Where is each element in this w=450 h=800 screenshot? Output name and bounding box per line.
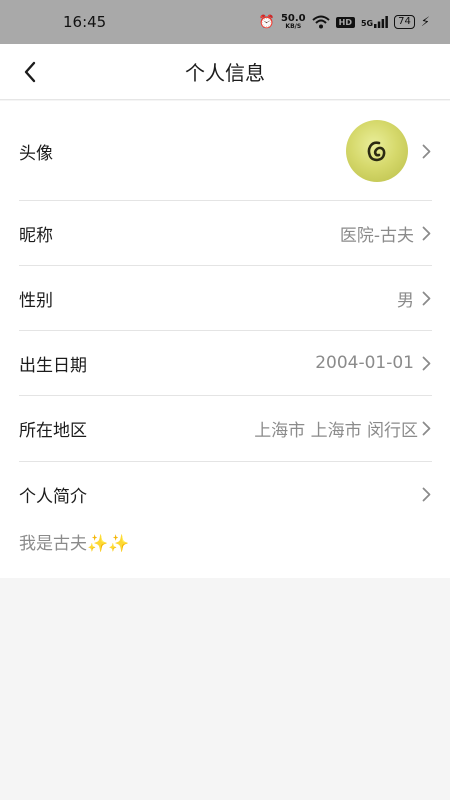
avatar-row[interactable]: 头像 <box>19 113 432 189</box>
status-time: 16:45 <box>63 13 107 31</box>
avatar-swirl-icon <box>367 141 386 162</box>
gender-value: 男 <box>397 290 414 311</box>
bio-value: 我是古夫✨✨ <box>19 534 130 554</box>
nickname-label: 昵称 <box>19 225 53 246</box>
birthday-label: 出生日期 <box>19 355 87 376</box>
chevron-right-icon <box>420 290 432 306</box>
avatar-row-right <box>346 120 432 182</box>
chevron-right-icon <box>420 225 432 241</box>
alarm-icon: ⏰ <box>258 14 275 30</box>
gender-row[interactable]: 性别 男 <box>19 266 432 330</box>
region-label: 所在地区 <box>19 421 87 441</box>
wifi-icon <box>311 15 330 29</box>
status-icons: ⏰ 50.0 KB/S HD 5G 74 ⚡ <box>259 14 430 30</box>
avatar[interactable] <box>346 120 408 182</box>
bio-row-right <box>420 486 432 502</box>
hd-badge: HD <box>335 16 355 28</box>
battery-icon: 74 <box>394 15 415 29</box>
avatar-label: 头像 <box>19 143 53 164</box>
birthday-value: 2004-01-01 <box>315 353 414 373</box>
region-row[interactable]: 所在地区 上海市 上海市 闵行区 <box>19 396 432 461</box>
chevron-right-icon <box>420 143 432 159</box>
signal-label: 5G <box>360 19 374 28</box>
charging-icon: ⚡ <box>420 14 430 30</box>
nickname-row-right: 医院-古夫 <box>340 221 432 246</box>
region-row-right: 上海市 上海市 闵行区 <box>254 416 432 441</box>
net-speed: 50.0 KB/S <box>281 14 306 30</box>
chevron-right-icon <box>420 355 432 371</box>
bio-row[interactable]: 个人简介 <box>19 462 432 526</box>
gender-row-right: 男 <box>397 286 432 311</box>
bio-label: 个人简介 <box>19 486 87 507</box>
nav-bar: 个人信息 <box>0 44 450 100</box>
profile-card: 头像 昵称 医院-古夫 性别 男 出生日期 2004-01-01 所在地区 上海… <box>0 101 450 578</box>
region-value: 上海市 上海市 闵行区 <box>254 421 418 441</box>
status-bar: 16:45 ⏰ 50.0 KB/S HD 5G 74 ⚡ <box>0 0 450 44</box>
birthday-row-right: 2004-01-01 <box>315 353 432 373</box>
chevron-right-icon <box>420 421 432 437</box>
birthday-row[interactable]: 出生日期 2004-01-01 <box>19 331 432 395</box>
gender-label: 性别 <box>19 290 53 311</box>
net-speed-unit: KB/S <box>285 23 302 30</box>
back-button[interactable] <box>16 58 44 86</box>
page-title: 个人信息 <box>185 61 265 85</box>
back-arrow-icon <box>24 61 36 83</box>
chevron-right-icon <box>420 486 432 502</box>
signal-icon: 5G <box>360 16 389 28</box>
nickname-value: 医院-古夫 <box>339 225 414 246</box>
nickname-row[interactable]: 昵称 医院-古夫 <box>19 201 432 265</box>
